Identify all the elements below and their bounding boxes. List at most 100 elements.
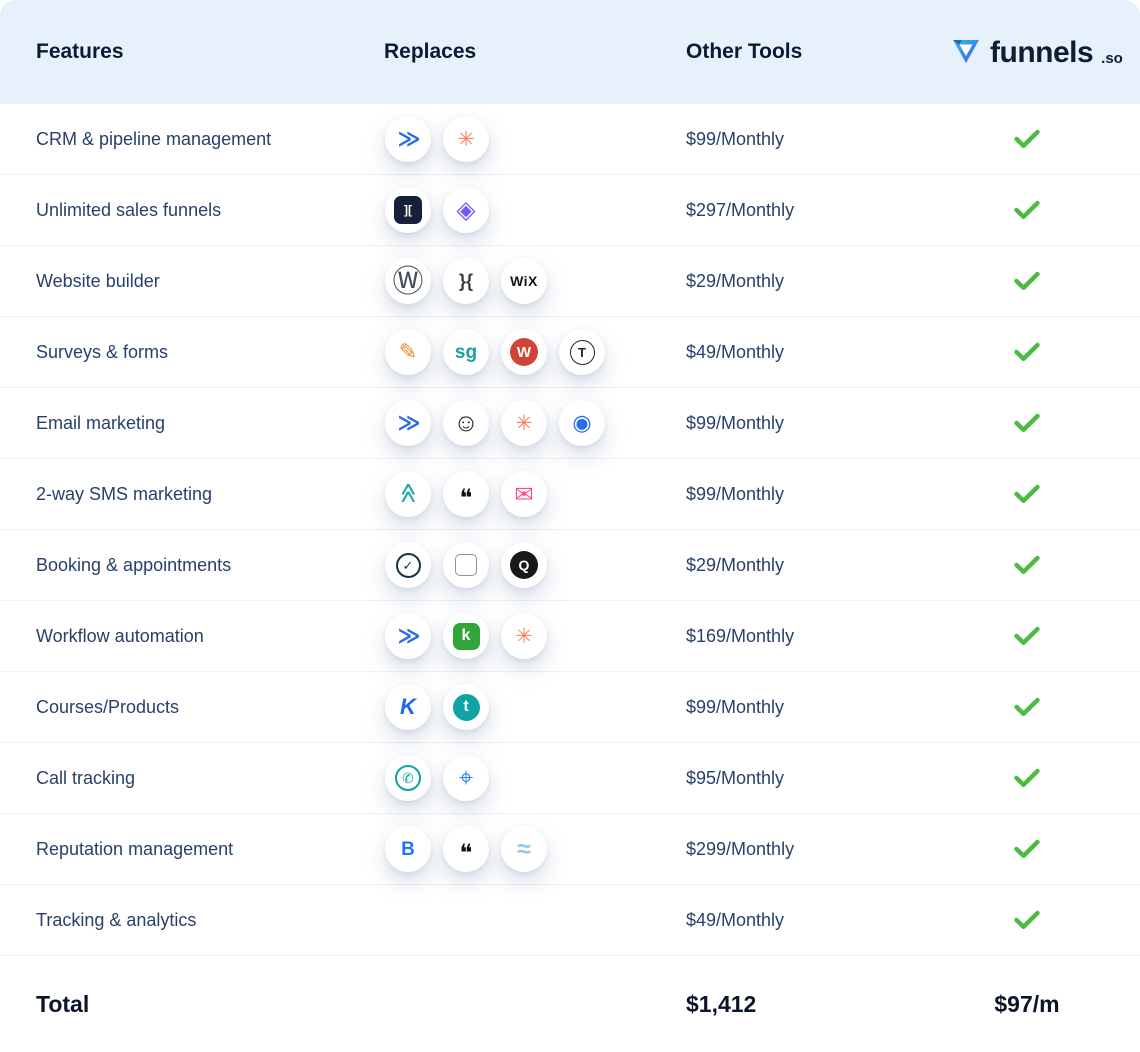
teachable-icon: t (443, 684, 489, 730)
table-header: Features Replaces Other Tools funnels (0, 0, 1140, 104)
header-other-tools: Other Tools (650, 40, 950, 64)
activecampaign-icon: ≫ (385, 116, 431, 162)
check-icon (1014, 839, 1040, 859)
tools-group: K t (350, 684, 650, 730)
tools-group: ✓ Q (350, 542, 650, 588)
check-cell (950, 555, 1140, 575)
price-label: $99/Monthly (650, 697, 950, 718)
calendar-icon (443, 542, 489, 588)
tools-group: ≫ ✳ (350, 116, 650, 162)
funnels-logo: funnels .so (950, 36, 1123, 68)
wufoo-icon: W (501, 329, 547, 375)
check-icon (1014, 271, 1040, 291)
sms-chevrons-icon: ≫ (385, 471, 431, 517)
total-row: Total $1,412 $97/m (0, 956, 1140, 1052)
feature-label: Courses/Products (0, 697, 350, 718)
price-label: $29/Monthly (650, 271, 950, 292)
map-pin-icon: ⌖ (443, 755, 489, 801)
tools-group: ][ ◈ (350, 187, 650, 233)
check-cell (950, 626, 1140, 646)
squarespace-icon: }{ (443, 258, 489, 304)
feature-label: 2-way SMS marketing (0, 484, 350, 505)
feature-label: Tracking & analytics (0, 910, 350, 931)
row-courses-products: Courses/Products K t $99/Monthly (0, 672, 1140, 743)
mailchimp-icon: ☺ (443, 400, 489, 446)
check-icon (1014, 484, 1040, 504)
brand-tld: .so (1101, 51, 1123, 66)
tools-group: ≫ k ✳ (350, 613, 650, 659)
price-label: $95/Monthly (650, 768, 950, 789)
tools-group: ✆ ⌖ (350, 755, 650, 801)
price-label: $99/Monthly (650, 413, 950, 434)
activecampaign-icon: ≫ (385, 400, 431, 446)
tools-group: ≫ ☺ ✳ ◉ (350, 400, 650, 446)
tools-group: ≫ ❝ ✉ (350, 471, 650, 517)
check-icon (1014, 697, 1040, 717)
check-cell (950, 342, 1140, 362)
feature-label: CRM & pipeline management (0, 129, 350, 150)
feature-label: Email marketing (0, 413, 350, 434)
hubspot-icon: ✳ (501, 400, 547, 446)
row-workflow-automation: Workflow automation ≫ k ✳ $169/Monthly (0, 601, 1140, 672)
total-other-tools: $1,412 (650, 991, 950, 1018)
form-pen-icon: ✎ (385, 329, 431, 375)
kajabi-icon: K (385, 684, 431, 730)
row-website-builder: Website builder Ⓦ }{ WiX $29/Monthly (0, 246, 1140, 317)
feature-label: Surveys & forms (0, 342, 350, 363)
row-sms-marketing: 2-way SMS marketing ≫ ❝ ✉ $99/Monthly (0, 459, 1140, 530)
total-funnels-price: $97/m (950, 991, 1140, 1018)
row-crm-pipeline: CRM & pipeline management ≫ ✳ $99/Monthl… (0, 104, 1140, 175)
funnel-icon (950, 36, 982, 66)
check-icon (1014, 910, 1040, 930)
check-icon (1014, 555, 1040, 575)
row-booking-appointments: Booking & appointments ✓ Q $29/Monthly (0, 530, 1140, 601)
price-label: $297/Monthly (650, 200, 950, 221)
birdeye-icon: B (385, 826, 431, 872)
check-cell (950, 484, 1140, 504)
price-label: $299/Monthly (650, 839, 950, 860)
hubspot-icon: ✳ (501, 613, 547, 659)
row-call-tracking: Call tracking ✆ ⌖ $95/Monthly (0, 743, 1140, 814)
wave-swirl-icon: ≈ (501, 826, 547, 872)
price-label: $29/Monthly (650, 555, 950, 576)
surveygizmo-icon: sg (443, 329, 489, 375)
clock-check-icon: ✓ (385, 542, 431, 588)
row-surveys-forms: Surveys & forms ✎ sg W T $49/Monthly (0, 317, 1140, 388)
total-label: Total (0, 991, 350, 1018)
acuity-icon: Q (501, 542, 547, 588)
header-features: Features (0, 40, 350, 64)
price-label: $99/Monthly (650, 484, 950, 505)
tools-group: ✎ sg W T (350, 329, 650, 375)
ontraport-icon: ◉ (559, 400, 605, 446)
purple-layers-icon: ◈ (443, 187, 489, 233)
wix-icon: WiX (501, 258, 547, 304)
row-tracking-analytics: Tracking & analytics $49/Monthly (0, 885, 1140, 956)
check-cell (950, 697, 1140, 717)
feature-label: Booking & appointments (0, 555, 350, 576)
header-replaces: Replaces (350, 40, 650, 64)
pink-envelope-icon: ✉ (501, 471, 547, 517)
check-cell (950, 839, 1140, 859)
price-label: $169/Monthly (650, 626, 950, 647)
check-icon (1014, 200, 1040, 220)
hubspot-icon: ✳ (443, 116, 489, 162)
check-cell (950, 413, 1140, 433)
activecampaign-icon: ≫ (385, 613, 431, 659)
podium-icon: ❝ (443, 826, 489, 872)
wordpress-icon: Ⓦ (385, 258, 431, 304)
check-icon (1014, 768, 1040, 788)
tools-group: B ❝ ≈ (350, 826, 650, 872)
feature-label: Reputation management (0, 839, 350, 860)
check-cell (950, 910, 1140, 930)
typeform-icon: T (559, 329, 605, 375)
keap-icon: k (443, 613, 489, 659)
check-icon (1014, 626, 1040, 646)
row-sales-funnels: Unlimited sales funnels ][ ◈ $297/Monthl… (0, 175, 1140, 246)
brand-name: funnels (990, 38, 1093, 68)
feature-label: Website builder (0, 271, 350, 292)
comparison-table: Features Replaces Other Tools funnels (0, 0, 1140, 1052)
podium-icon: ❝ (443, 471, 489, 517)
check-cell (950, 200, 1140, 220)
check-icon (1014, 413, 1040, 433)
callrail-icon: ✆ (385, 755, 431, 801)
